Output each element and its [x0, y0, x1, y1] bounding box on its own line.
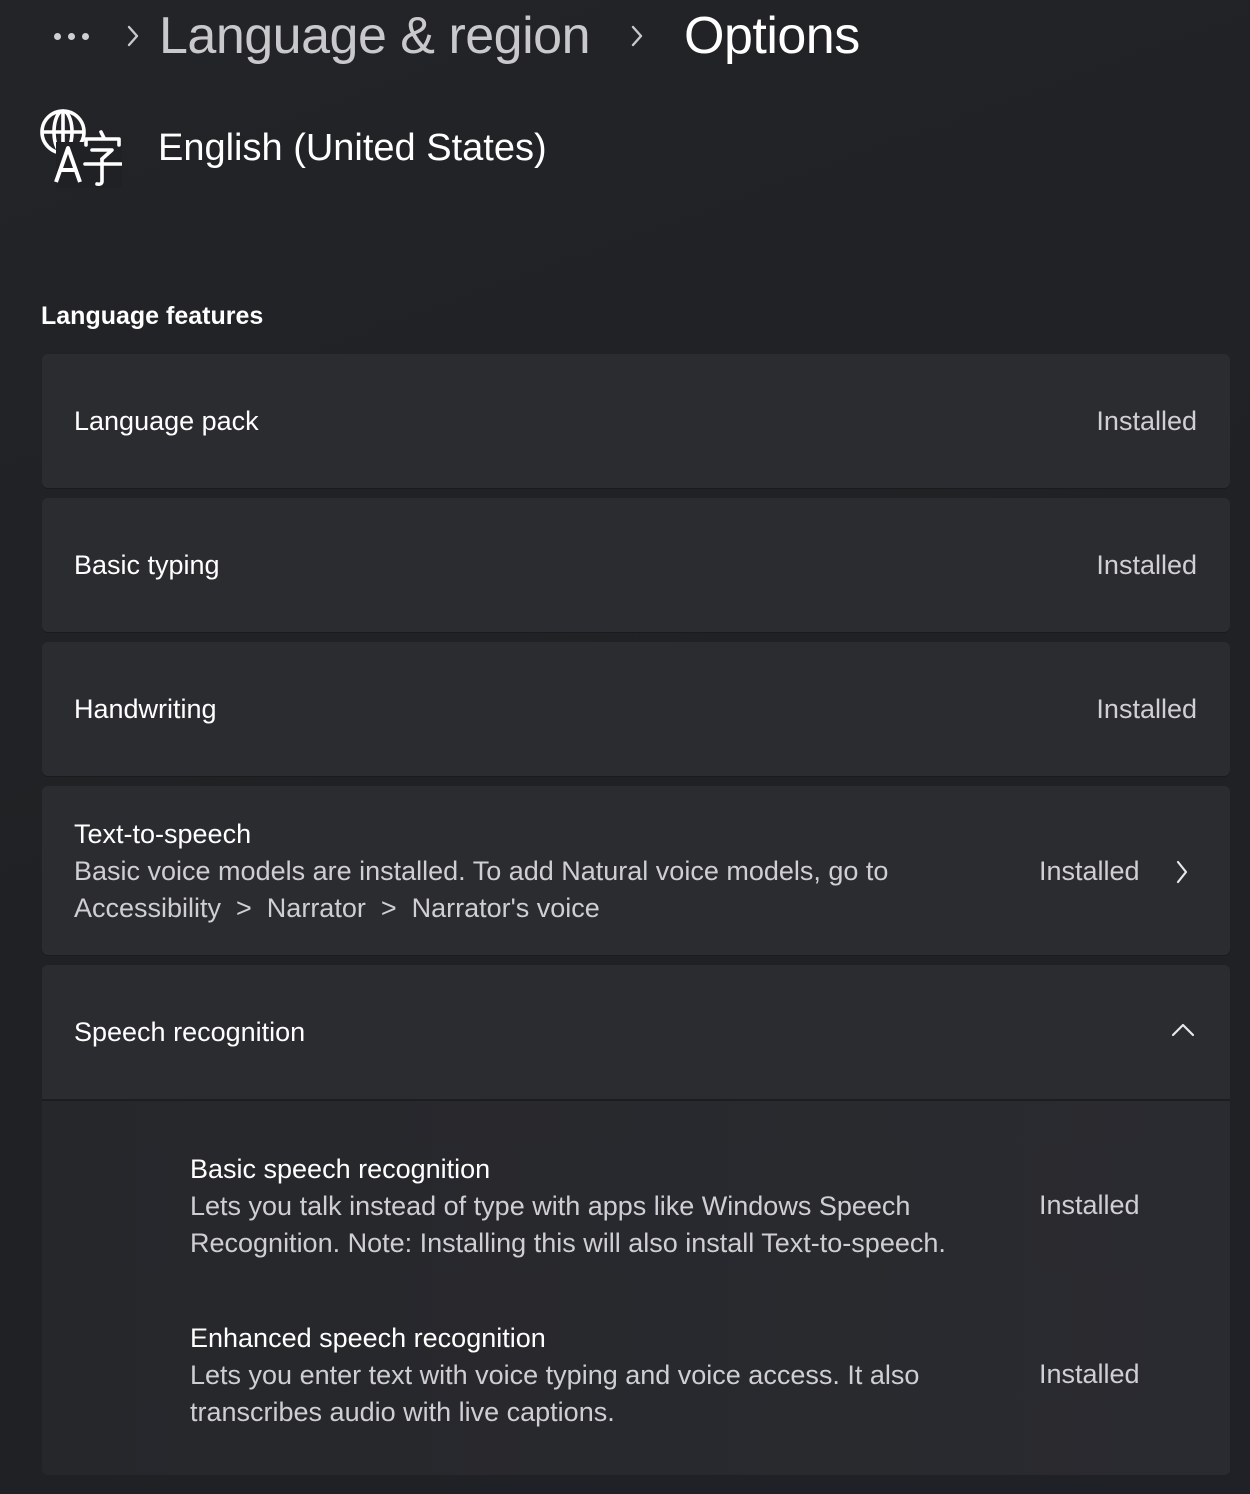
subfeature-title: Enhanced speech recognition — [190, 1323, 546, 1353]
subfeature-description: Lets you talk instead of type with apps … — [190, 1191, 911, 1221]
subfeature-title: Basic speech recognition — [190, 1154, 491, 1184]
feature-status: Installed — [1096, 694, 1197, 724]
section-title: Language features — [41, 302, 264, 330]
feature-title: Handwriting — [74, 693, 217, 724]
feature-language-pack: Language pack Installed — [42, 354, 1230, 488]
feature-basic-typing: Basic typing Installed — [42, 498, 1230, 632]
expander-title: Speech recognition — [74, 1016, 306, 1047]
subfeature-description: transcribes audio with live captions. — [190, 1397, 615, 1427]
more-icon — [53, 32, 89, 40]
chevron-right-icon — [1174, 858, 1190, 886]
subfeature-description: Recognition. Note: Installing this will … — [190, 1228, 946, 1258]
chevron-right-icon — [590, 24, 684, 48]
chevron-up-icon — [1170, 1021, 1196, 1039]
feature-status: Installed — [1096, 406, 1197, 436]
feature-title: Language pack — [74, 405, 259, 436]
feature-description: Basic voice models are installed. To add… — [74, 856, 889, 886]
subfeature-status: Installed — [1039, 1190, 1140, 1220]
subfeature-enhanced-speech: Enhanced speech recognition Lets you ent… — [190, 1320, 1010, 1431]
breadcrumb: Language & region Options — [40, 0, 860, 72]
feature-status: Installed — [1096, 550, 1197, 580]
speech-recognition-expander[interactable]: Speech recognition — [42, 965, 1230, 1099]
breadcrumb-more-button[interactable] — [35, 6, 107, 66]
speech-recognition-content: Basic speech recognition Lets you talk i… — [42, 1099, 1230, 1475]
feature-title: Text-to-speech — [74, 819, 252, 849]
subfeature-status: Installed — [1039, 1359, 1140, 1389]
chevron-right-icon — [107, 24, 159, 48]
feature-status: Installed — [1039, 856, 1140, 886]
page-title: Options — [684, 7, 860, 65]
feature-handwriting: Handwriting Installed — [42, 642, 1230, 776]
subfeature-description: Lets you enter text with voice typing an… — [190, 1360, 920, 1390]
feature-text-to-speech[interactable]: Text-to-speech Basic voice models are in… — [42, 786, 1230, 955]
language-name: English (United States) — [158, 126, 547, 169]
breadcrumb-language-region[interactable]: Language & region — [159, 10, 591, 62]
language-icon — [40, 109, 122, 188]
feature-title: Basic typing — [74, 549, 220, 580]
subfeature-basic-speech: Basic speech recognition Lets you talk i… — [190, 1151, 1010, 1262]
feature-description: Accessibility > Narrator > Narrator's vo… — [74, 893, 600, 923]
language-header: English (United States) — [38, 108, 547, 188]
